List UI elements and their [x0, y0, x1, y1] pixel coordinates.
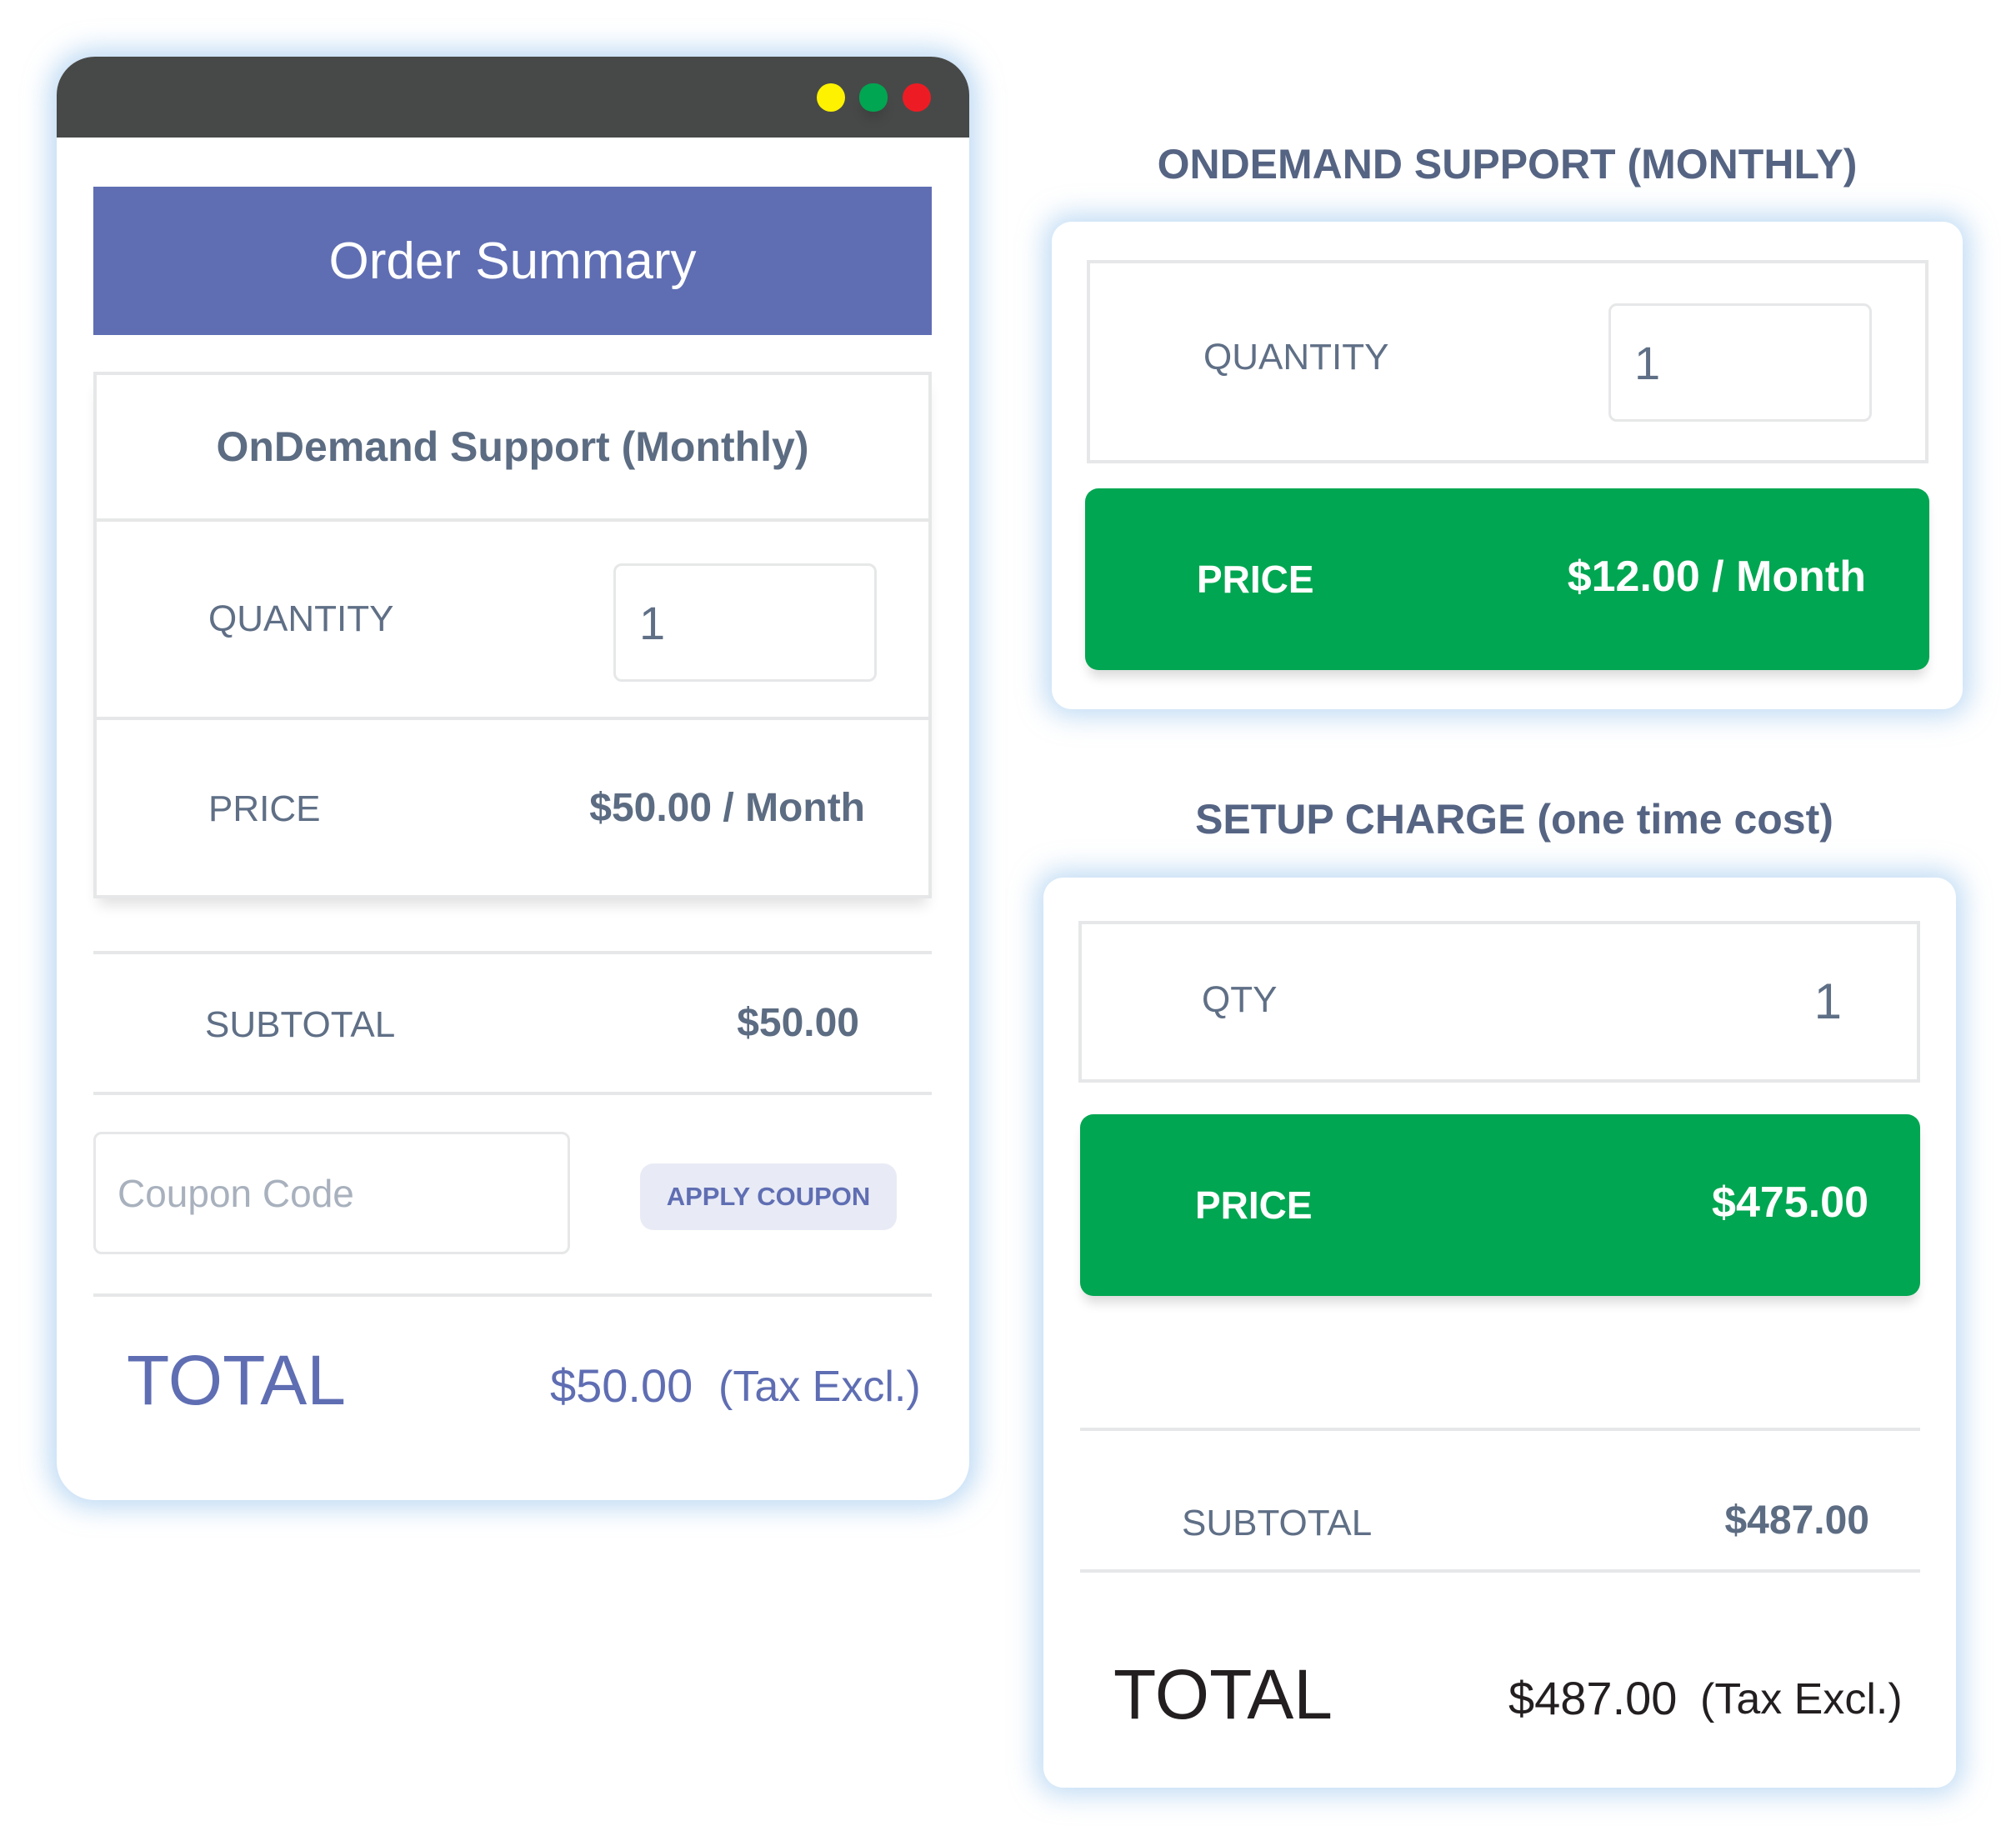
maximize-dot-icon[interactable]: [859, 83, 888, 112]
divider: [93, 951, 932, 954]
setup-card: QTY 1 PRICE $475.00 SUBTOTAL $487.00 TOT…: [1043, 878, 1956, 1788]
setup-tax-note: (Tax Excl.): [1700, 1675, 1903, 1723]
ondemand-quantity-input[interactable]: 1: [1608, 303, 1872, 422]
ondemand-card: QUANTITY 1 PRICE $12.00 / Month: [1052, 222, 1963, 709]
setup-qty-value: 1: [1813, 973, 1842, 1029]
setup-qty-label: QTY: [1202, 979, 1278, 1020]
tax-note: (Tax Excl.): [718, 1363, 921, 1411]
window-title-bar: [57, 57, 969, 138]
quantity-input[interactable]: 1: [613, 563, 877, 682]
setup-price-label: PRICE: [1195, 1183, 1313, 1227]
subtotal-value: $50.00: [737, 1001, 859, 1045]
setup-price-value: $475.00: [1712, 1178, 1868, 1227]
minimize-dot-icon[interactable]: [817, 83, 845, 112]
order-summary-title: Order Summary: [328, 232, 697, 290]
subtotal-label: SUBTOTAL: [205, 1004, 396, 1045]
ondemand-price-label: PRICE: [1197, 558, 1314, 601]
ondemand-heading: ONDEMAND SUPPORT (MONTHLY): [1157, 141, 1858, 188]
total-value: $50.00: [550, 1359, 693, 1412]
total-label: TOTAL: [127, 1341, 346, 1419]
divider: [93, 1092, 932, 1095]
divider: [1080, 1428, 1920, 1431]
price-value: $50.00 / Month: [589, 786, 865, 830]
item-name: OnDemand Support (Monthly): [97, 375, 928, 522]
divider: [1080, 1569, 1920, 1573]
ondemand-quantity-row: QUANTITY 1: [1087, 260, 1928, 463]
setup-heading: SETUP CHARGE (one time cost): [1195, 796, 1833, 843]
order-item-card: OnDemand Support (Monthly) QUANTITY 1 PR…: [93, 372, 932, 898]
order-summary-window: Order Summary OnDemand Support (Monthly)…: [57, 57, 969, 1500]
quantity-label: QUANTITY: [208, 598, 394, 639]
ondemand-quantity-label: QUANTITY: [1203, 337, 1389, 378]
close-dot-icon[interactable]: [903, 83, 931, 112]
setup-total-value: $487.00: [1508, 1672, 1678, 1724]
price-label: PRICE: [208, 788, 321, 829]
price-row: PRICE $50.00 / Month: [97, 720, 928, 898]
ondemand-price-bar: PRICE $12.00 / Month: [1085, 488, 1929, 670]
divider: [93, 1293, 932, 1297]
setup-total-label: TOTAL: [1113, 1655, 1333, 1733]
setup-qty-row: QTY 1: [1078, 921, 1920, 1083]
coupon-code-input[interactable]: Coupon Code: [93, 1132, 570, 1254]
setup-subtotal-value: $487.00: [1724, 1498, 1869, 1543]
order-summary-header: Order Summary: [93, 187, 932, 335]
quantity-row: QUANTITY 1: [97, 522, 928, 720]
setup-subtotal-label: SUBTOTAL: [1182, 1503, 1373, 1543]
setup-price-bar: PRICE $475.00: [1080, 1114, 1920, 1296]
ondemand-price-value: $12.00 / Month: [1567, 553, 1866, 601]
apply-coupon-button[interactable]: APPLY COUPON: [640, 1163, 897, 1230]
